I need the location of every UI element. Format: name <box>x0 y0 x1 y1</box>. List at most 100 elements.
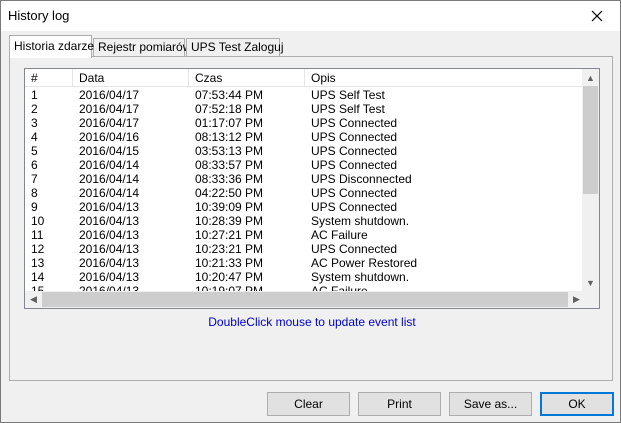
row-time: 04:22:50 PM <box>195 186 264 200</box>
row-date: 2016/04/14 <box>79 158 140 172</box>
row-time: 08:33:57 PM <box>195 158 264 172</box>
row-date: 2016/04/17 <box>79 102 140 116</box>
button-bar: Clear Print Save as... OK <box>1 387 620 422</box>
row-time: 08:13:12 PM <box>195 130 264 144</box>
row-date: 2016/04/13 <box>79 200 140 214</box>
row-description: UPS Connected <box>311 158 398 172</box>
row-date: 2016/04/14 <box>79 172 140 186</box>
row-description: UPS Connected <box>311 116 398 130</box>
row-number: 11 <box>31 228 44 242</box>
scrollbar-corner <box>582 291 599 308</box>
scroll-up-icon[interactable]: ▲ <box>582 69 599 86</box>
table-row[interactable]: 15 2016/04/13 10:19:07 PM AC Failure <box>25 284 585 291</box>
ok-button[interactable]: OK <box>540 392 614 416</box>
table-row[interactable]: 2 2016/04/17 07:52:18 PM UPS Self Test <box>25 102 585 116</box>
row-time: 10:27:21 PM <box>195 228 264 242</box>
column-header-czas[interactable]: Czas <box>189 69 305 87</box>
table-row[interactable]: 11 2016/04/13 10:27:21 PM AC Failure <box>25 228 585 242</box>
row-time: 01:17:07 PM <box>195 116 264 130</box>
tab-rejestr-pomiarow[interactable]: Rejestr pomiarów <box>93 38 191 57</box>
tab-ups-test-zaloguj[interactable]: UPS Test Zaloguj <box>186 38 284 57</box>
list-header: # Data Czas Opis <box>25 69 585 87</box>
row-time: 10:19:07 PM <box>195 284 264 291</box>
row-number: 8 <box>31 186 38 200</box>
tab-panel-historia: # Data Czas Opis 1 2016/04/17 07:53:44 PM U… <box>9 56 613 381</box>
table-row[interactable]: 4 2016/04/16 08:13:12 PM UPS Connected <box>25 130 585 144</box>
row-number: 3 <box>31 116 38 130</box>
row-number: 9 <box>31 200 38 214</box>
horizontal-scroll-thumb[interactable] <box>42 292 568 307</box>
row-number: 7 <box>31 172 38 186</box>
row-number: 15 <box>31 284 45 291</box>
row-description: System shutdown. <box>311 214 410 228</box>
column-header-number[interactable]: # <box>25 69 73 87</box>
row-time: 10:28:39 PM <box>195 214 264 228</box>
row-number: 6 <box>31 158 38 172</box>
row-description: UPS Connected <box>311 186 398 200</box>
clear-button[interactable]: Clear <box>267 392 350 416</box>
table-row[interactable]: 7 2016/04/14 08:33:36 PM UPS Disconnected <box>25 172 585 186</box>
table-row[interactable]: 9 2016/04/13 10:39:09 PM UPS Connected <box>25 200 585 214</box>
save-as-button[interactable]: Save as... <box>449 392 532 416</box>
row-description: UPS Connected <box>311 242 398 256</box>
row-description: AC Power Restored <box>311 256 418 270</box>
title-bar: History log <box>1 1 620 31</box>
row-description: AC Failure <box>311 284 368 291</box>
vertical-scrollbar[interactable]: ▲ ▼ <box>582 69 599 291</box>
list-body: 1 2016/04/17 07:53:44 PM UPS Self Test 2 2016… <box>25 88 585 291</box>
table-row[interactable]: 8 2016/04/14 04:22:50 PM UPS Connected <box>25 186 585 200</box>
table-row[interactable]: 10 2016/04/13 10:28:39 PM System shutdown. <box>25 214 585 228</box>
table-row[interactable]: 1 2016/04/17 07:53:44 PM UPS Self Test <box>25 88 585 102</box>
row-description: AC Failure <box>311 228 368 242</box>
column-header-opis[interactable]: Opis <box>305 69 585 87</box>
row-number: 1 <box>31 88 38 102</box>
row-description: UPS Connected <box>311 130 398 144</box>
row-description: UPS Self Test <box>311 102 385 116</box>
row-time: 10:21:33 PM <box>195 256 264 270</box>
print-button[interactable]: Print <box>358 392 441 416</box>
row-time: 10:39:09 PM <box>195 200 264 214</box>
row-time: 10:23:21 PM <box>195 242 264 256</box>
close-icon <box>591 10 603 21</box>
row-date: 2016/04/16 <box>79 130 140 144</box>
row-date: 2016/04/13 <box>79 256 140 270</box>
history-log-window: History log Historia zdarze Rejestr pomi… <box>0 0 621 423</box>
table-row[interactable]: 12 2016/04/13 10:23:21 PM UPS Connected <box>25 242 585 256</box>
table-row[interactable]: 5 2016/04/15 03:53:13 PM UPS Connected <box>25 144 585 158</box>
row-number: 10 <box>31 214 45 228</box>
event-list[interactable]: # Data Czas Opis 1 2016/04/17 07:53:44 PM U… <box>24 68 600 309</box>
row-time: 08:33:36 PM <box>195 172 264 186</box>
row-time: 07:53:44 PM <box>195 88 264 102</box>
table-row[interactable]: 3 2016/04/17 01:17:07 PM UPS Connected <box>25 116 585 130</box>
row-description: UPS Disconnected <box>311 172 412 186</box>
row-time: 07:52:18 PM <box>195 102 264 116</box>
row-description: UPS Connected <box>311 200 398 214</box>
update-hint-text: DoubleClick mouse to update event list <box>208 315 416 329</box>
column-header-data[interactable]: Data <box>73 69 189 87</box>
row-date: 2016/04/13 <box>79 242 140 256</box>
row-number: 13 <box>31 256 45 270</box>
vertical-scroll-thumb[interactable] <box>583 86 598 194</box>
row-description: System shutdown. <box>311 270 410 284</box>
row-number: 14 <box>31 270 45 284</box>
row-date: 2016/04/13 <box>79 270 140 284</box>
table-row[interactable]: 6 2016/04/14 08:33:57 PM UPS Connected <box>25 158 585 172</box>
row-time: 10:20:47 PM <box>195 270 264 284</box>
row-date: 2016/04/13 <box>79 284 140 291</box>
row-number: 5 <box>31 144 38 158</box>
row-description: UPS Self Test <box>311 88 385 102</box>
tab-historia-zdarze[interactable]: Historia zdarze <box>9 35 94 58</box>
row-date: 2016/04/17 <box>79 116 140 130</box>
row-number: 4 <box>31 130 38 144</box>
horizontal-scrollbar[interactable]: ◀ ▶ <box>25 291 585 308</box>
scroll-down-icon[interactable]: ▼ <box>582 274 599 291</box>
row-description: UPS Connected <box>311 144 398 158</box>
row-number: 2 <box>31 102 38 116</box>
row-date: 2016/04/17 <box>79 88 140 102</box>
table-row[interactable]: 14 2016/04/13 10:20:47 PM System shutdown. <box>25 270 585 284</box>
scroll-left-icon[interactable]: ◀ <box>25 291 42 308</box>
table-row[interactable]: 13 2016/04/13 10:21:33 PM AC Power Restored <box>25 256 585 270</box>
close-button[interactable] <box>574 1 620 30</box>
row-date: 2016/04/15 <box>79 144 140 158</box>
row-number: 12 <box>31 242 45 256</box>
